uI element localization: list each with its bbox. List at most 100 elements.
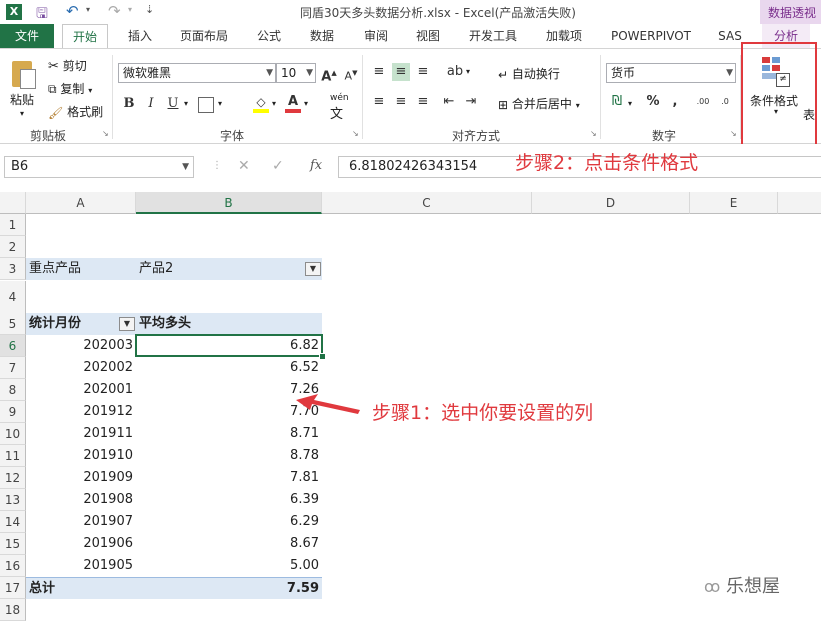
row-header-13[interactable]: 13 xyxy=(0,489,26,511)
column-header-d[interactable]: D xyxy=(532,192,690,214)
copy-dropdown-icon[interactable]: ▾ xyxy=(88,86,92,95)
customize-toolbar-icon[interactable]: ⇣ xyxy=(145,3,154,16)
accounting-format-icon[interactable]: ₪ xyxy=(608,93,626,111)
undo-icon[interactable]: ↶ xyxy=(66,2,79,20)
percent-button[interactable]: % xyxy=(644,93,662,111)
accounting-dropdown-icon[interactable]: ▾ xyxy=(628,99,632,108)
column-header-b[interactable]: B xyxy=(136,192,322,214)
tab-home[interactable]: 开始 xyxy=(62,24,108,49)
increase-font-icon[interactable]: A▲ xyxy=(320,64,338,84)
fill-color-icon[interactable]: ◇ xyxy=(252,93,270,113)
borders-dropdown-icon[interactable]: ▾ xyxy=(218,99,222,108)
value-cell[interactable]: 8.67 xyxy=(136,533,322,555)
borders-icon[interactable] xyxy=(198,97,214,113)
orientation-dropdown-icon[interactable]: ▾ xyxy=(466,67,470,76)
month-cell[interactable]: 202003 xyxy=(26,335,136,357)
font-launcher-icon[interactable]: ↘ xyxy=(352,129,359,138)
row-header-9[interactable]: 9 xyxy=(0,401,26,423)
align-bottom-icon[interactable]: ≡ xyxy=(414,63,432,81)
number-launcher-icon[interactable]: ↘ xyxy=(730,129,737,138)
row-header-2[interactable]: 2 xyxy=(0,236,26,258)
column-header-e[interactable]: E xyxy=(690,192,778,214)
tab-view[interactable]: 视图 xyxy=(406,24,450,48)
value-cell[interactable]: 7.70 xyxy=(136,401,322,423)
row-header-4[interactable]: 4 xyxy=(0,281,26,314)
format-painter-button[interactable]: 🖌 格式刷 xyxy=(48,103,103,120)
row-header-15[interactable]: 15 xyxy=(0,533,26,555)
chevron-down-icon[interactable]: ▼ xyxy=(266,64,273,82)
phonetic-button[interactable]: wén 文 xyxy=(330,93,349,122)
row-header-7[interactable]: 7 xyxy=(0,357,26,379)
font-color-dropdown-icon[interactable]: ▾ xyxy=(304,99,308,108)
insert-function-icon[interactable]: fx xyxy=(310,158,322,173)
align-top-icon[interactable]: ≡ xyxy=(370,63,388,81)
font-family-combo[interactable]: 微软雅黑 ▼ xyxy=(118,63,276,83)
grand-total-value[interactable]: 7.59 xyxy=(136,577,322,599)
row-header-14[interactable]: 14 xyxy=(0,511,26,533)
month-cell[interactable]: 202001 xyxy=(26,379,136,401)
bold-button[interactable]: B xyxy=(120,95,138,113)
tab-review[interactable]: 审阅 xyxy=(354,24,398,48)
decrease-decimal-icon[interactable]: .0 xyxy=(716,93,734,111)
font-color-icon[interactable]: A xyxy=(284,93,302,113)
tab-developer[interactable]: 开发工具 xyxy=(460,24,526,48)
chevron-down-icon[interactable]: ▼ xyxy=(182,157,189,177)
fill-color-dropdown-icon[interactable]: ▾ xyxy=(272,99,276,108)
align-center-icon[interactable]: ≡ xyxy=(392,93,410,111)
clipboard-launcher-icon[interactable]: ↘ xyxy=(102,129,109,138)
column-header-c[interactable]: C xyxy=(322,192,532,214)
paste-dropdown-icon[interactable]: ▾ xyxy=(20,109,24,118)
row-header-10[interactable]: 10 xyxy=(0,423,26,445)
redo-dropdown-icon[interactable]: ▾ xyxy=(128,5,132,14)
value-cell[interactable]: 6.39 xyxy=(136,489,322,511)
filter-label-cell[interactable]: 重点产品 xyxy=(26,258,136,280)
value-cell[interactable]: 6.52 xyxy=(136,357,322,379)
value-cell[interactable]: 7.81 xyxy=(136,467,322,489)
column-header-a[interactable]: A xyxy=(26,192,136,214)
comma-button[interactable]: , xyxy=(666,93,684,111)
value-cell[interactable]: 7.26 xyxy=(136,379,322,401)
month-cell[interactable]: 201906 xyxy=(26,533,136,555)
row-header-6[interactable]: 6 xyxy=(0,335,26,357)
underline-button[interactable]: U xyxy=(164,95,182,113)
row-filter-dropdown-icon[interactable]: ▼ xyxy=(119,317,135,331)
month-cell[interactable]: 202002 xyxy=(26,357,136,379)
enter-icon[interactable]: ✓ xyxy=(272,158,284,174)
wrap-text-button[interactable]: ↵ 自动换行 xyxy=(498,65,560,82)
tab-insert[interactable]: 插入 xyxy=(118,24,162,48)
align-right-icon[interactable]: ≡ xyxy=(414,93,432,111)
value-cell[interactable]: 6.29 xyxy=(136,511,322,533)
filter-value-cell[interactable]: 产品2 xyxy=(136,258,322,280)
underline-dropdown-icon[interactable]: ▾ xyxy=(184,99,188,108)
chevron-down-icon[interactable]: ▼ xyxy=(726,64,733,82)
paste-button[interactable]: 粘贴 xyxy=(10,91,34,108)
italic-button[interactable]: I xyxy=(142,95,160,113)
month-cell[interactable]: 201905 xyxy=(26,555,136,577)
chevron-down-icon[interactable]: ▼ xyxy=(306,64,313,82)
merge-dropdown-icon[interactable]: ▾ xyxy=(576,101,580,110)
tab-formulas[interactable]: 公式 xyxy=(248,24,290,48)
month-cell[interactable]: 201908 xyxy=(26,489,136,511)
value-cell[interactable]: 8.71 xyxy=(136,423,322,445)
cancel-icon[interactable]: ✕ xyxy=(238,158,250,174)
alignment-launcher-icon[interactable]: ↘ xyxy=(590,129,597,138)
font-size-combo[interactable]: 10 ▼ xyxy=(276,63,316,83)
grand-total-label[interactable]: 总计 xyxy=(26,577,136,599)
month-cell[interactable]: 201910 xyxy=(26,445,136,467)
row-header-8[interactable]: 8 xyxy=(0,379,26,401)
cut-button[interactable]: ✂ 剪切 xyxy=(48,57,87,74)
month-cell[interactable]: 201909 xyxy=(26,467,136,489)
row-header-12[interactable]: 12 xyxy=(0,467,26,489)
filter-dropdown-icon[interactable]: ▼ xyxy=(305,262,321,276)
row-header-11[interactable]: 11 xyxy=(0,445,26,467)
decrease-font-icon[interactable]: A▼ xyxy=(342,64,360,83)
row-header-1[interactable]: 1 xyxy=(0,214,26,236)
tab-data[interactable]: 数据 xyxy=(300,24,344,48)
decrease-indent-icon[interactable]: ⇤ xyxy=(440,93,458,111)
value-cell[interactable]: 5.00 xyxy=(136,555,322,577)
value-cell[interactable]: 8.78 xyxy=(136,445,322,467)
align-middle-icon[interactable]: ≡ xyxy=(392,63,410,81)
redo-icon[interactable]: ↷ xyxy=(108,2,121,20)
tab-page-layout[interactable]: 页面布局 xyxy=(172,24,236,48)
month-cell[interactable]: 201912 xyxy=(26,401,136,423)
